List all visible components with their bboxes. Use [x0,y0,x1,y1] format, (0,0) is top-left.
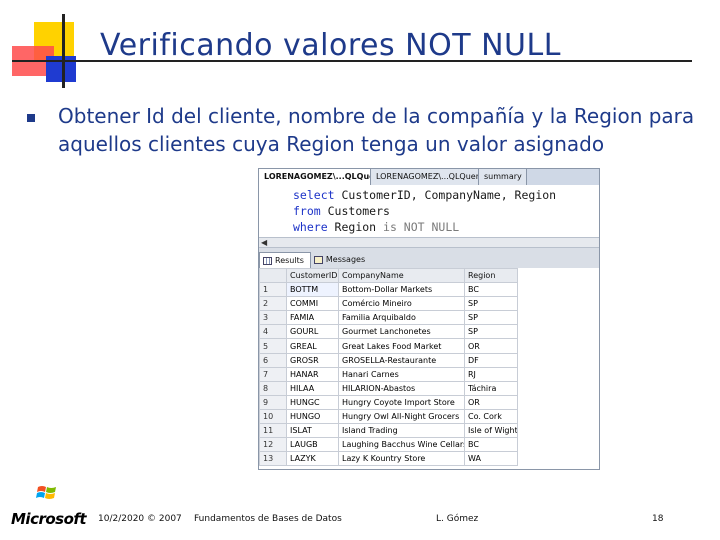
cell-company-name: Hanari Carnes [338,366,465,382]
cell-customer-id: ISLAT [286,423,339,439]
cell-region: DF [464,352,518,368]
cell-region: BC [464,282,518,298]
page-number: 18 [652,514,664,524]
code-line-3: where Region is NOT NULL [293,220,460,234]
cell-company-name: Laughing Bacchus Wine Cellars [338,437,465,453]
scroll-left-arrow-icon[interactable]: ◀ [261,238,267,248]
cell-region: Táchira [464,380,518,396]
cell-customer-id: GOURL [286,324,339,340]
code-line-1: select CustomerID, CompanyName, Region [293,188,557,202]
row-number: 11 [259,423,287,439]
row-number: 5 [259,338,287,354]
table-row[interactable]: 10 HUNGO Hungry Owl All-Night Grocers Co. C… [259,408,518,425]
table-row[interactable]: 11 ISLAT Island Trading Isle of Wight [259,423,518,439]
cell-customer-id: BOTTM [286,282,339,298]
footer-date: 10/2/2020 © 2007 [98,514,182,524]
row-number-header [259,267,287,284]
bullet-square-icon [27,114,35,122]
table-row[interactable]: 4 GOURL Gourmet Lanchonetes SP [259,324,518,340]
result-tabs: Results Messages [259,252,599,268]
tab-results[interactable]: Results [259,252,311,268]
column-header[interactable]: Region [464,267,518,284]
cell-company-name: HILARION-Abastos [338,380,465,396]
column-header[interactable]: CompanyName [338,267,465,284]
table-row[interactable]: 1 BOTTM Bottom-Dollar Markets BC [259,282,518,298]
cell-customer-id: COMMI [286,296,339,312]
row-number: 1 [259,282,287,298]
cell-company-name: Familia Arquibaldo [338,310,465,326]
cell-company-name: Hungry Owl All-Night Grocers [338,408,465,425]
row-number: 8 [259,380,287,396]
cell-region: WA [464,451,518,467]
results-grid: CustomerID CompanyName Region 1 BOTTM Bott… [259,267,599,469]
horizontal-scrollbar[interactable]: ◀ [259,237,599,248]
grid-icon [263,256,272,265]
cell-region: RJ [464,366,518,382]
row-number: 9 [259,394,287,410]
tab-messages[interactable]: Messages [311,252,371,268]
row-number: 3 [259,310,287,326]
cell-company-name: Gourmet Lanchonetes [338,324,465,340]
cell-company-name: Lazy K Kountry Store [338,451,465,467]
table-row[interactable]: 2 COMMI Comércio Mineiro SP [259,296,518,312]
row-number: 12 [259,437,287,453]
cell-company-name: Island Trading [338,423,465,439]
code-line-2: from Customers [293,204,390,218]
decor-vertical-line [62,14,65,88]
cell-region: Co. Cork [464,408,518,425]
cell-region: SP [464,310,518,326]
row-number: 13 [259,451,287,467]
table-row[interactable]: 6 GROSR GROSELLA-Restaurante DF [259,352,518,368]
row-number: 6 [259,352,287,368]
tab-summary[interactable]: summary [479,169,527,185]
cell-company-name: Hungry Coyote Import Store [338,394,465,410]
cell-region: SP [464,324,518,340]
sql-editor[interactable]: select CustomerID, CompanyName, Region f… [259,185,599,237]
cell-company-name: Comércio Mineiro [338,296,465,312]
cell-customer-id: FAMIA [286,310,339,326]
footer-author: L. Gómez [436,514,479,524]
bullet-text: Obtener Id del cliente, nombre de la com… [58,104,695,156]
table-row[interactable]: 9 HUNGC Hungry Coyote Import Store OR [259,394,518,410]
table-row[interactable]: 7 HANAR Hanari Carnes RJ [259,366,518,382]
cell-region: Isle of Wight [464,423,518,439]
row-number: 2 [259,296,287,312]
table-row[interactable]: 13 LAZYK Lazy K Kountry Store WA [259,451,518,467]
tab-query2[interactable]: LORENAGOMEZ\...QLQuery2.sql* [259,169,371,185]
microsoft-logo: Microsoft [11,510,87,528]
cell-customer-id: HILAA [286,380,339,396]
row-number: 10 [259,408,287,425]
row-number: 7 [259,366,287,382]
cell-customer-id: GROSR [286,352,339,368]
cell-region: BC [464,437,518,453]
results-table: CustomerID CompanyName Region 1 BOTTM Bott… [259,267,518,467]
cell-region: SP [464,296,518,312]
tab-query1[interactable]: LORENAGOMEZ\...QLQuery1.sql* [371,169,479,185]
footer-title: Fundamentos de Bases de Datos [194,514,342,524]
cell-customer-id: GREAL [286,338,339,354]
result-rows: 1 BOTTM Bottom-Dollar Markets BC 2 COMMI Comér… [259,282,518,467]
cell-customer-id: LAUGB [286,437,339,453]
editor-tabs: LORENAGOMEZ\...QLQuery2.sql* LORENAGOMEZ… [259,169,599,185]
row-number: 4 [259,324,287,340]
table-row[interactable]: 3 FAMIA Familia Arquibaldo SP [259,310,518,326]
message-icon [313,256,323,264]
header-row: CustomerID CompanyName Region [259,267,518,284]
slide-title: Verificando valores NOT NULL [100,28,561,63]
cell-customer-id: HUNGO [286,408,339,425]
query-screenshot: LORENAGOMEZ\...QLQuery2.sql* LORENAGOMEZ… [258,168,600,470]
windows-flag-icon [36,486,56,499]
table-row[interactable]: 12 LAUGB Laughing Bacchus Wine Cellars BC [259,437,518,453]
cell-customer-id: HUNGC [286,394,339,410]
column-header[interactable]: CustomerID [286,267,339,284]
cell-region: OR [464,394,518,410]
cell-company-name: GROSELLA-Restaurante [338,352,465,368]
table-row[interactable]: 8 HILAA HILARION-Abastos Táchira [259,380,518,396]
cell-company-name: Bottom-Dollar Markets [338,282,465,298]
cell-region: OR [464,338,518,354]
table-row[interactable]: 5 GREAL Great Lakes Food Market OR [259,338,518,354]
cell-customer-id: HANAR [286,366,339,382]
cell-customer-id: LAZYK [286,451,339,467]
cell-company-name: Great Lakes Food Market [338,338,465,354]
